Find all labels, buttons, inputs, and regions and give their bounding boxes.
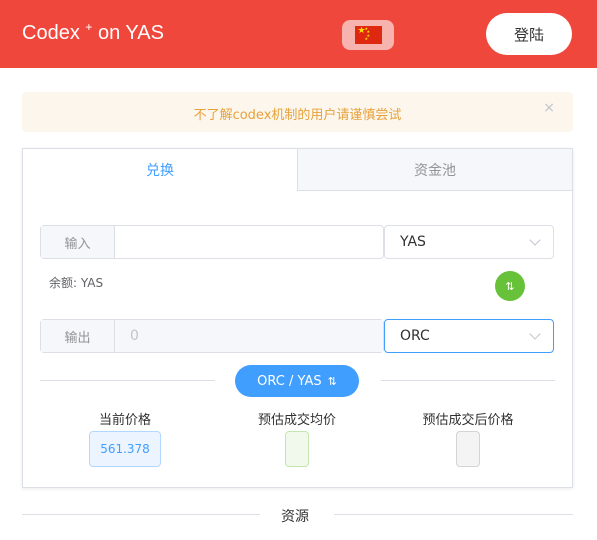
swap-vertical-icon[interactable]: ⇅ [495, 271, 525, 301]
divider-left [40, 380, 215, 381]
after-price-value [456, 431, 480, 467]
top-bar: Codex + on YAS ★ ★ ★ ★ ★ 登陆 [0, 0, 597, 68]
output-amount-field[interactable] [115, 320, 383, 352]
input-token-select[interactable]: YAS [384, 225, 554, 259]
input-label: 输入 [41, 226, 115, 258]
tab-liquidity-pool[interactable]: 资金池 [297, 149, 572, 191]
output-label: 输出 [41, 320, 115, 352]
current-price-value: 561.378 [89, 431, 161, 467]
app-title-suffix: on YAS [97, 22, 164, 44]
pair-toggle-button[interactable]: ORC / YAS ⇅ [235, 365, 359, 397]
after-price-label: 预估成交后价格 [422, 413, 514, 428]
input-amount-group: 输入 [40, 225, 384, 259]
app-title-sup: + [85, 20, 93, 34]
current-price-label: 当前价格 [98, 413, 151, 428]
resource-divider-right [334, 514, 573, 515]
notice-text: 不了解codex机制的用户请谨慎尝试 [193, 108, 402, 123]
chevron-down-icon [529, 234, 541, 246]
app-title: Codex + on YAS [22, 20, 164, 45]
warning-notice: 不了解codex机制的用户请谨慎尝试 × [22, 92, 573, 132]
swap-card: 兑换 资金池 输入 YAS 余额: YAS ⇅ 输出 ORC ORC / YAS… [22, 148, 573, 488]
china-flag-icon: ★ ★ ★ ★ ★ [354, 26, 382, 44]
avg-price-value [285, 431, 309, 467]
balance-text: 余额: YAS [49, 276, 104, 290]
tab-swap[interactable]: 兑换 [23, 149, 297, 191]
output-amount-group: 输出 [40, 319, 384, 353]
divider-right [381, 380, 555, 381]
resource-divider-left [22, 514, 260, 515]
app-title-main: Codex [22, 22, 80, 44]
output-token-value: ORC [400, 328, 430, 344]
input-token-value: YAS [400, 234, 426, 250]
avg-price-label: 预估成交均价 [257, 413, 336, 428]
chevron-down-icon [529, 328, 541, 340]
pair-label: ORC / YAS [257, 373, 322, 389]
language-switch-button[interactable]: ★ ★ ★ ★ ★ [342, 20, 394, 50]
output-token-select[interactable]: ORC [384, 319, 554, 353]
resource-section-title: 资源 [281, 509, 309, 525]
tab-bar: 兑换 资金池 [23, 149, 572, 191]
input-amount-field[interactable] [115, 226, 383, 258]
swap-icon: ⇅ [327, 374, 337, 388]
close-icon[interactable]: × [543, 100, 555, 116]
login-button[interactable]: 登陆 [486, 13, 572, 55]
